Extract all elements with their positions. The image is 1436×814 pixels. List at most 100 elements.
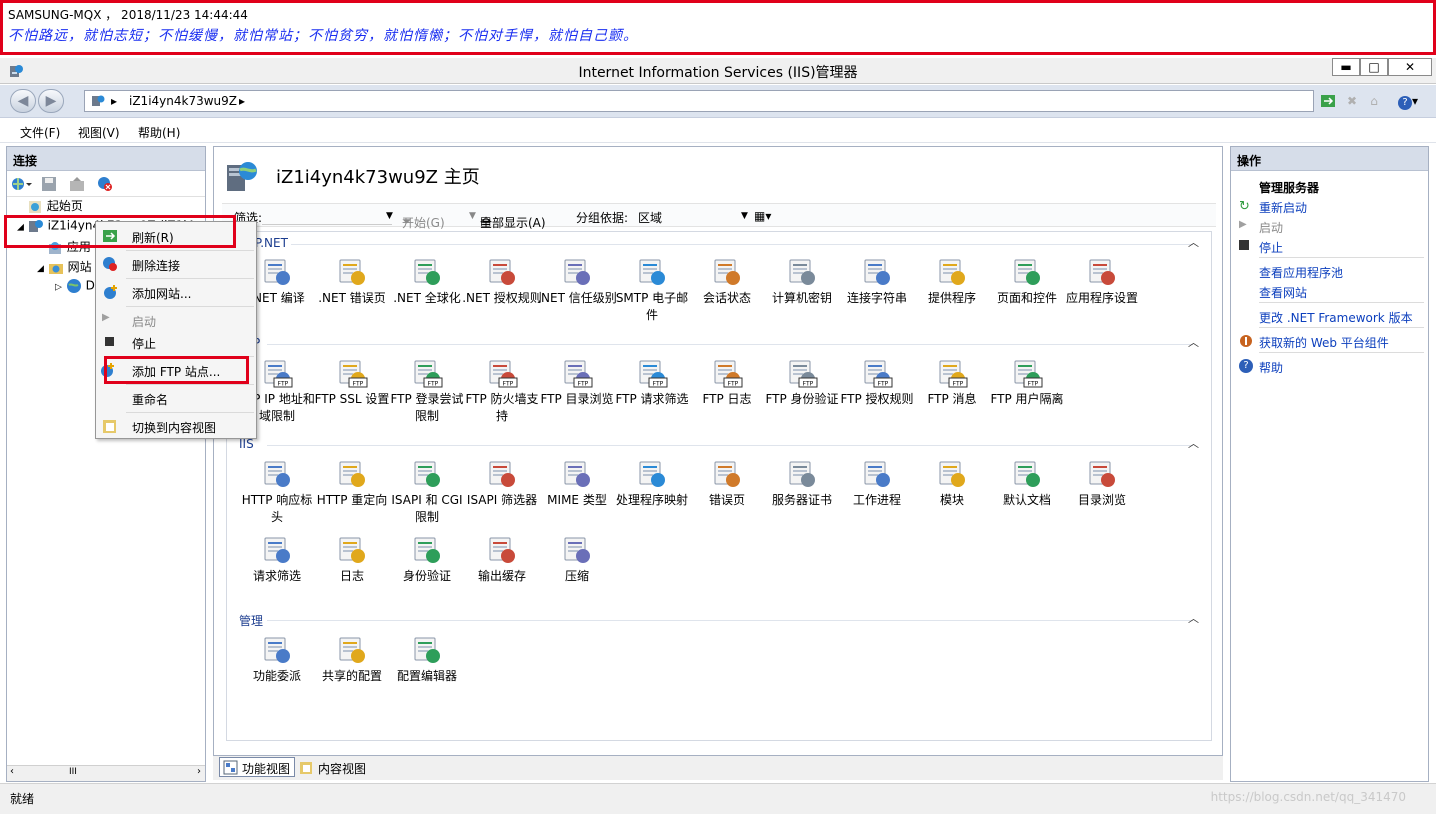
maximize-button[interactable]: □ <box>1360 58 1388 76</box>
help-dropdown-icon[interactable]: ? ▾ <box>1394 93 1422 110</box>
content-view-tab[interactable]: 内容视图 <box>295 757 371 777</box>
group-collapse-icon[interactable]: ︿ <box>1188 435 1199 451</box>
iis-tile[interactable]: 压缩 <box>539 534 615 606</box>
connections-hscrollbar[interactable]: ‹ III › <box>7 765 205 781</box>
save-icon[interactable] <box>41 176 57 195</box>
scroll-left-icon[interactable]: ‹ <box>10 766 14 777</box>
help-link[interactable]: 帮助 <box>1259 359 1283 376</box>
tree-expand-icon[interactable]: ◢ <box>37 264 44 274</box>
scroll-thumb[interactable]: III <box>69 767 77 777</box>
connect-globe-icon[interactable] <box>11 176 33 195</box>
iis-tile[interactable]: 目录浏览 <box>1064 458 1140 530</box>
close-button[interactable]: ✕ <box>1388 58 1432 76</box>
iis-tile[interactable]: ISAPI 筛选器 <box>464 458 540 530</box>
ftp-tile[interactable]: FTP FTP 请求筛选 <box>614 357 690 429</box>
feature-view-icon <box>223 760 238 775</box>
start-dropdown-icon[interactable]: ▼ <box>469 211 476 221</box>
minimize-button[interactable]: ▬ <box>1332 58 1360 76</box>
svg-text:FTP: FTP <box>353 381 364 388</box>
iis-tile[interactable]: 错误页 <box>689 458 765 530</box>
iis-tile[interactable]: 日志 <box>314 534 390 606</box>
filter-input[interactable] <box>262 207 392 225</box>
group-collapse-icon[interactable]: ︿ <box>1188 334 1199 350</box>
ftp-tile[interactable]: FTP FTP 防火墙支持 <box>464 357 540 429</box>
tree-collapse-icon[interactable]: ▷ <box>55 283 62 293</box>
up-level-icon[interactable] <box>69 176 85 195</box>
aspnet-tile[interactable]: .NET 全球化 <box>389 256 465 328</box>
home-icon[interactable]: ⌂ <box>1366 93 1382 109</box>
view-sites-link[interactable]: 查看网站 <box>1259 284 1307 301</box>
group-by-dropdown-icon[interactable]: ▼ <box>741 211 748 221</box>
aspnet-tile[interactable]: 提供程序 <box>914 256 990 328</box>
tree-item-default-site[interactable]: ▷ D <box>55 278 95 294</box>
scroll-right-icon[interactable]: › <box>197 766 201 777</box>
ftp-tile[interactable]: FTP FTP 身份验证 <box>764 357 840 429</box>
ftp-tile[interactable]: FTP FTP 用户隔离 <box>989 357 1065 429</box>
tile-label: 工作进程 <box>852 493 901 507</box>
aspnet-tile[interactable]: .NET 错误页 <box>314 256 390 328</box>
iis-tile[interactable]: 模块 <box>914 458 990 530</box>
breadcrumb-server[interactable]: iZ1i4yn4k73wu9Z <box>129 94 237 108</box>
iis-tile[interactable]: 默认文档 <box>989 458 1065 530</box>
menu-item-switch-content-view[interactable]: 切换到内容视图 <box>132 419 216 436</box>
manage-tile[interactable]: 共享的配置 <box>314 634 390 706</box>
breadcrumb[interactable]: ▸ iZ1i4yn4k73wu9Z ▸ <box>84 90 1314 112</box>
iis-tile[interactable]: 服务器证书 <box>764 458 840 530</box>
window-title: Internet Information Services (IIS)管理器 <box>578 65 858 81</box>
iis-tile[interactable]: 请求筛选 <box>239 534 315 606</box>
iis-tile[interactable]: 处理程序映射 <box>614 458 690 530</box>
window-titlebar: Internet Information Services (IIS)管理器 ▬… <box>0 58 1436 84</box>
disconnect-icon[interactable] <box>97 176 113 195</box>
start-link[interactable]: 启动 <box>1259 219 1283 236</box>
breadcrumb-chevron-icon[interactable]: ▸ <box>239 94 245 108</box>
filter-dropdown-icon[interactable]: ▼ <box>386 211 393 221</box>
stop-icon[interactable]: ✖ <box>1344 93 1360 109</box>
aspnet-tile[interactable]: .NET 授权规则 <box>462 256 542 328</box>
back-button[interactable]: ◀ <box>10 89 36 113</box>
aspnet-tile[interactable]: 连接字符串 <box>839 256 915 328</box>
ftp-tile[interactable]: FTP FTP 授权规则 <box>839 357 915 429</box>
aspnet-tile[interactable]: .NET 信任级别 <box>537 256 617 328</box>
menu-file[interactable]: 文件(F) <box>20 124 60 141</box>
tree-item-sites[interactable]: ◢ 网站 <box>37 258 92 276</box>
menu-help[interactable]: 帮助(H) <box>138 124 180 141</box>
get-web-platform-link[interactable]: 获取新的 Web 平台组件 <box>1259 334 1389 351</box>
ftp-tile[interactable]: FTP FTP 消息 <box>914 357 990 429</box>
iis-tile[interactable]: HTTP 响应标头 <box>239 458 315 530</box>
aspnet-tile[interactable]: 会话状态 <box>689 256 765 328</box>
iis-tile[interactable]: 输出缓存 <box>464 534 540 606</box>
iis-tile[interactable]: HTTP 重定向 <box>314 458 390 530</box>
group-by-select[interactable]: 区域 <box>638 209 748 226</box>
iis-tile[interactable]: 身份验证 <box>389 534 465 606</box>
stop-link[interactable]: 停止 <box>1259 239 1283 256</box>
iis-tile[interactable]: MIME 类型 <box>539 458 615 530</box>
ftp-tile[interactable]: FTP FTP SSL 设置 <box>314 357 390 429</box>
menu-item-stop[interactable]: 停止 <box>132 335 156 352</box>
aspnet-tile[interactable]: 计算机密钥 <box>764 256 840 328</box>
tree-item-start-page[interactable]: 起始页 <box>27 197 83 215</box>
group-collapse-icon[interactable]: ︿ <box>1188 610 1199 626</box>
ftp-tile[interactable]: FTP FTP 日志 <box>689 357 765 429</box>
ftp-tile[interactable]: FTP FTP 登录尝试限制 <box>389 357 465 429</box>
refresh-icon[interactable] <box>1320 93 1336 109</box>
forward-button[interactable]: ▶ <box>38 89 64 113</box>
restart-link[interactable]: 重新启动 <box>1259 199 1307 216</box>
menu-item-add-website[interactable]: 添加网站... <box>132 285 191 302</box>
menu-item-remove-connection[interactable]: 删除连接 <box>132 257 180 274</box>
aspnet-tile[interactable]: SMTP 电子邮件 <box>614 256 690 328</box>
ftp-tile[interactable]: FTP FTP 目录浏览 <box>539 357 615 429</box>
view-mode-icon[interactable]: ▦▾ <box>754 209 771 223</box>
iis-tile[interactable]: ISAPI 和 CGI 限制 <box>389 458 465 530</box>
aspnet-tile[interactable]: 页面和控件 <box>989 256 1065 328</box>
aspnet-tile[interactable]: 应用程序设置 <box>1064 256 1140 328</box>
menu-view[interactable]: 视图(V) <box>78 124 120 141</box>
view-app-pools-link[interactable]: 查看应用程序池 <box>1259 264 1343 281</box>
group-collapse-icon[interactable]: ︿ <box>1188 234 1199 250</box>
feature-view-tab[interactable]: 功能视图 <box>219 757 296 777</box>
menu-item-rename[interactable]: 重命名 <box>132 391 168 408</box>
manage-tile[interactable]: 功能委派 <box>239 634 315 706</box>
menu-item-start[interactable]: 启动 <box>132 313 156 330</box>
change-net-version-link[interactable]: 更改 .NET Framework 版本 <box>1259 309 1413 326</box>
manage-tile[interactable]: 配置编辑器 <box>389 634 465 706</box>
iis-tile[interactable]: 工作进程 <box>839 458 915 530</box>
